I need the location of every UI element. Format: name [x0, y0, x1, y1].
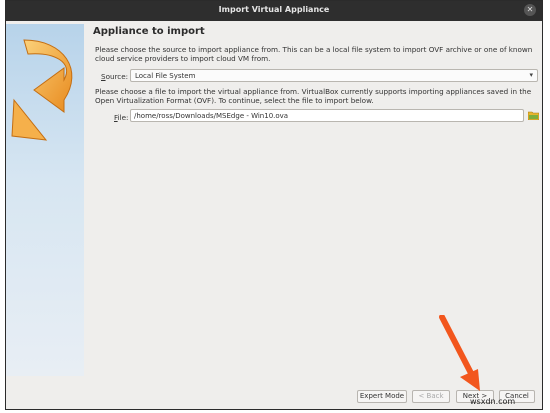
import-arrow-icon: [11, 39, 73, 141]
title-bar: Import Virtual Appliance ✕: [6, 1, 542, 21]
source-select[interactable]: Local File System ▾: [130, 69, 538, 82]
file-path-value: /home/ross/Downloads/MSEdge - Win10.ova: [134, 112, 289, 120]
page-title: Appliance to import: [93, 26, 205, 37]
wizard-banner-image: [6, 24, 84, 376]
close-icon[interactable]: ✕: [524, 4, 536, 16]
watermark: wsxdn.com: [470, 397, 516, 406]
source-label: Source:: [101, 72, 129, 81]
file-label: File:: [114, 113, 129, 122]
expert-mode-button[interactable]: Expert Mode: [357, 390, 407, 403]
folder-icon[interactable]: [528, 110, 539, 120]
window-title: Import Virtual Appliance: [218, 5, 330, 14]
chevron-down-icon: ▾: [529, 71, 533, 79]
source-select-value: Local File System: [135, 72, 196, 80]
annotation-arrow-icon: [439, 315, 480, 391]
file-path-input[interactable]: /home/ross/Downloads/MSEdge - Win10.ova: [130, 109, 524, 122]
source-description: Please choose the source to import appli…: [95, 45, 533, 63]
file-description: Please choose a file to import the virtu…: [95, 87, 532, 105]
